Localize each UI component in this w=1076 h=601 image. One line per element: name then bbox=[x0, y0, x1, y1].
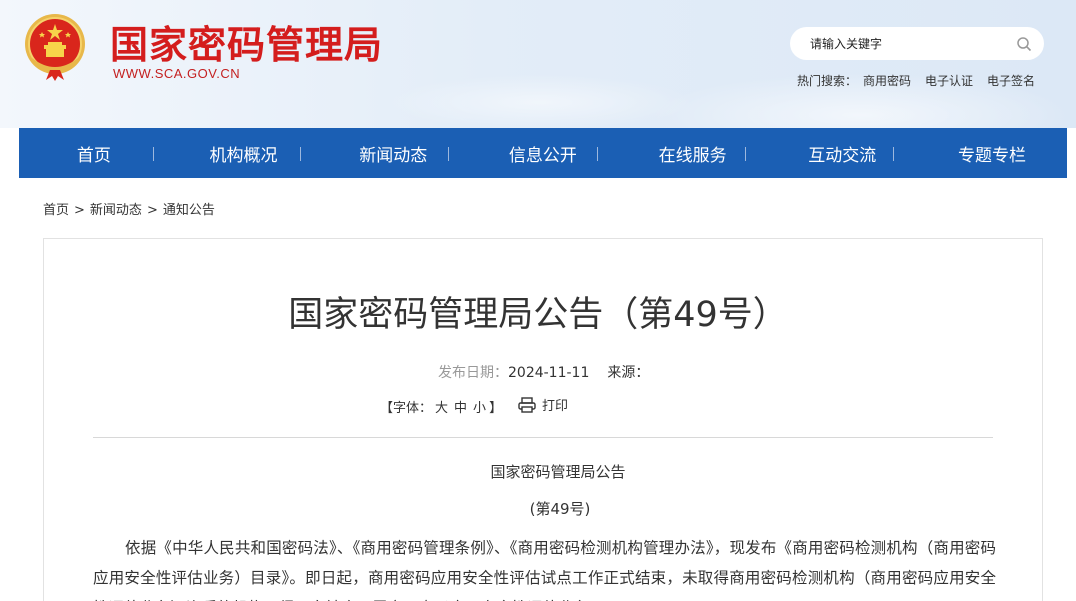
source-label: 来源： bbox=[607, 365, 650, 381]
site-title[interactable]: 国家密码管理局 bbox=[110, 14, 383, 69]
nav-divider bbox=[893, 147, 894, 161]
hot-search-label: 热门搜索： bbox=[797, 74, 858, 88]
publish-date-label: 发布日期： bbox=[438, 365, 508, 381]
font-size-label: 【字体： bbox=[380, 401, 433, 416]
nav-item-interaction[interactable]: 互动交流 bbox=[767, 141, 917, 166]
hot-search: 热门搜索： 商用密码 电子认证 电子签名 bbox=[797, 72, 1049, 89]
hot-search-link[interactable]: 商用密码 bbox=[863, 74, 911, 88]
printer-icon bbox=[518, 396, 536, 413]
nav-item-home[interactable]: 首页 bbox=[19, 141, 169, 166]
nav-divider bbox=[448, 147, 449, 161]
site-url[interactable]: WWW.SCA.GOV.CN bbox=[113, 66, 240, 81]
breadcrumb-separator: > bbox=[74, 203, 85, 218]
nav-divider bbox=[153, 147, 154, 161]
print-button[interactable]: 打印 bbox=[518, 395, 568, 414]
nav-item-news[interactable]: 新闻动态 bbox=[318, 141, 468, 166]
site-header: 国家密码管理局 WWW.SCA.GOV.CN 热门搜索： 商用密码电子认证电子签名 bbox=[0, 0, 1076, 128]
nav-item-topics[interactable]: 专题专栏 bbox=[917, 141, 1067, 166]
font-size-large[interactable]: 大 bbox=[435, 401, 448, 416]
breadcrumb-separator: > bbox=[146, 203, 158, 218]
nav-divider bbox=[300, 147, 301, 161]
breadcrumb-news[interactable]: 新闻动态 bbox=[90, 203, 142, 218]
publish-date: 2024-11-11 bbox=[508, 365, 590, 381]
article-subtitle: 国家密码管理局公告 bbox=[490, 463, 626, 481]
font-size-medium[interactable]: 中 bbox=[454, 401, 467, 416]
article-title: 国家密码管理局公告（第49号） bbox=[288, 295, 788, 335]
nav-item-about[interactable]: 机构概况 bbox=[169, 141, 319, 166]
nav-item-info[interactable]: 信息公开 bbox=[468, 141, 618, 166]
font-size-small[interactable]: 小 bbox=[473, 401, 486, 416]
font-size-label-close: 】 bbox=[489, 401, 503, 416]
print-label: 打印 bbox=[542, 399, 569, 414]
document-number: (第49号) bbox=[529, 500, 591, 518]
nav-divider bbox=[745, 147, 746, 161]
breadcrumb-home[interactable]: 首页 bbox=[43, 203, 69, 218]
hot-search-link[interactable]: 电子认证 bbox=[925, 74, 973, 88]
search-input[interactable] bbox=[810, 27, 1010, 60]
nav-divider bbox=[597, 147, 598, 161]
national-emblem-icon[interactable] bbox=[22, 12, 88, 82]
search-icon[interactable] bbox=[1016, 36, 1032, 52]
search-box bbox=[790, 27, 1044, 60]
breadcrumb: 首页 > 新闻动态 > 通知公告 bbox=[43, 199, 215, 218]
divider bbox=[93, 437, 993, 438]
article-body: 依据《中华人民共和国密码法》、《商用密码管理条例》、《商用密码检测机构管理办法》… bbox=[93, 539, 996, 601]
font-size-control: 【字体：大中小】 bbox=[380, 397, 502, 416]
hot-search-link[interactable]: 电子签名 bbox=[987, 74, 1035, 88]
article-meta: 发布日期：2024-11-11 来源： bbox=[438, 362, 685, 382]
main-nav: 首页 机构概况 新闻动态 信息公开 在线服务 互动交流 专题专栏 bbox=[19, 128, 1067, 178]
breadcrumb-notices[interactable]: 通知公告 bbox=[163, 203, 215, 218]
